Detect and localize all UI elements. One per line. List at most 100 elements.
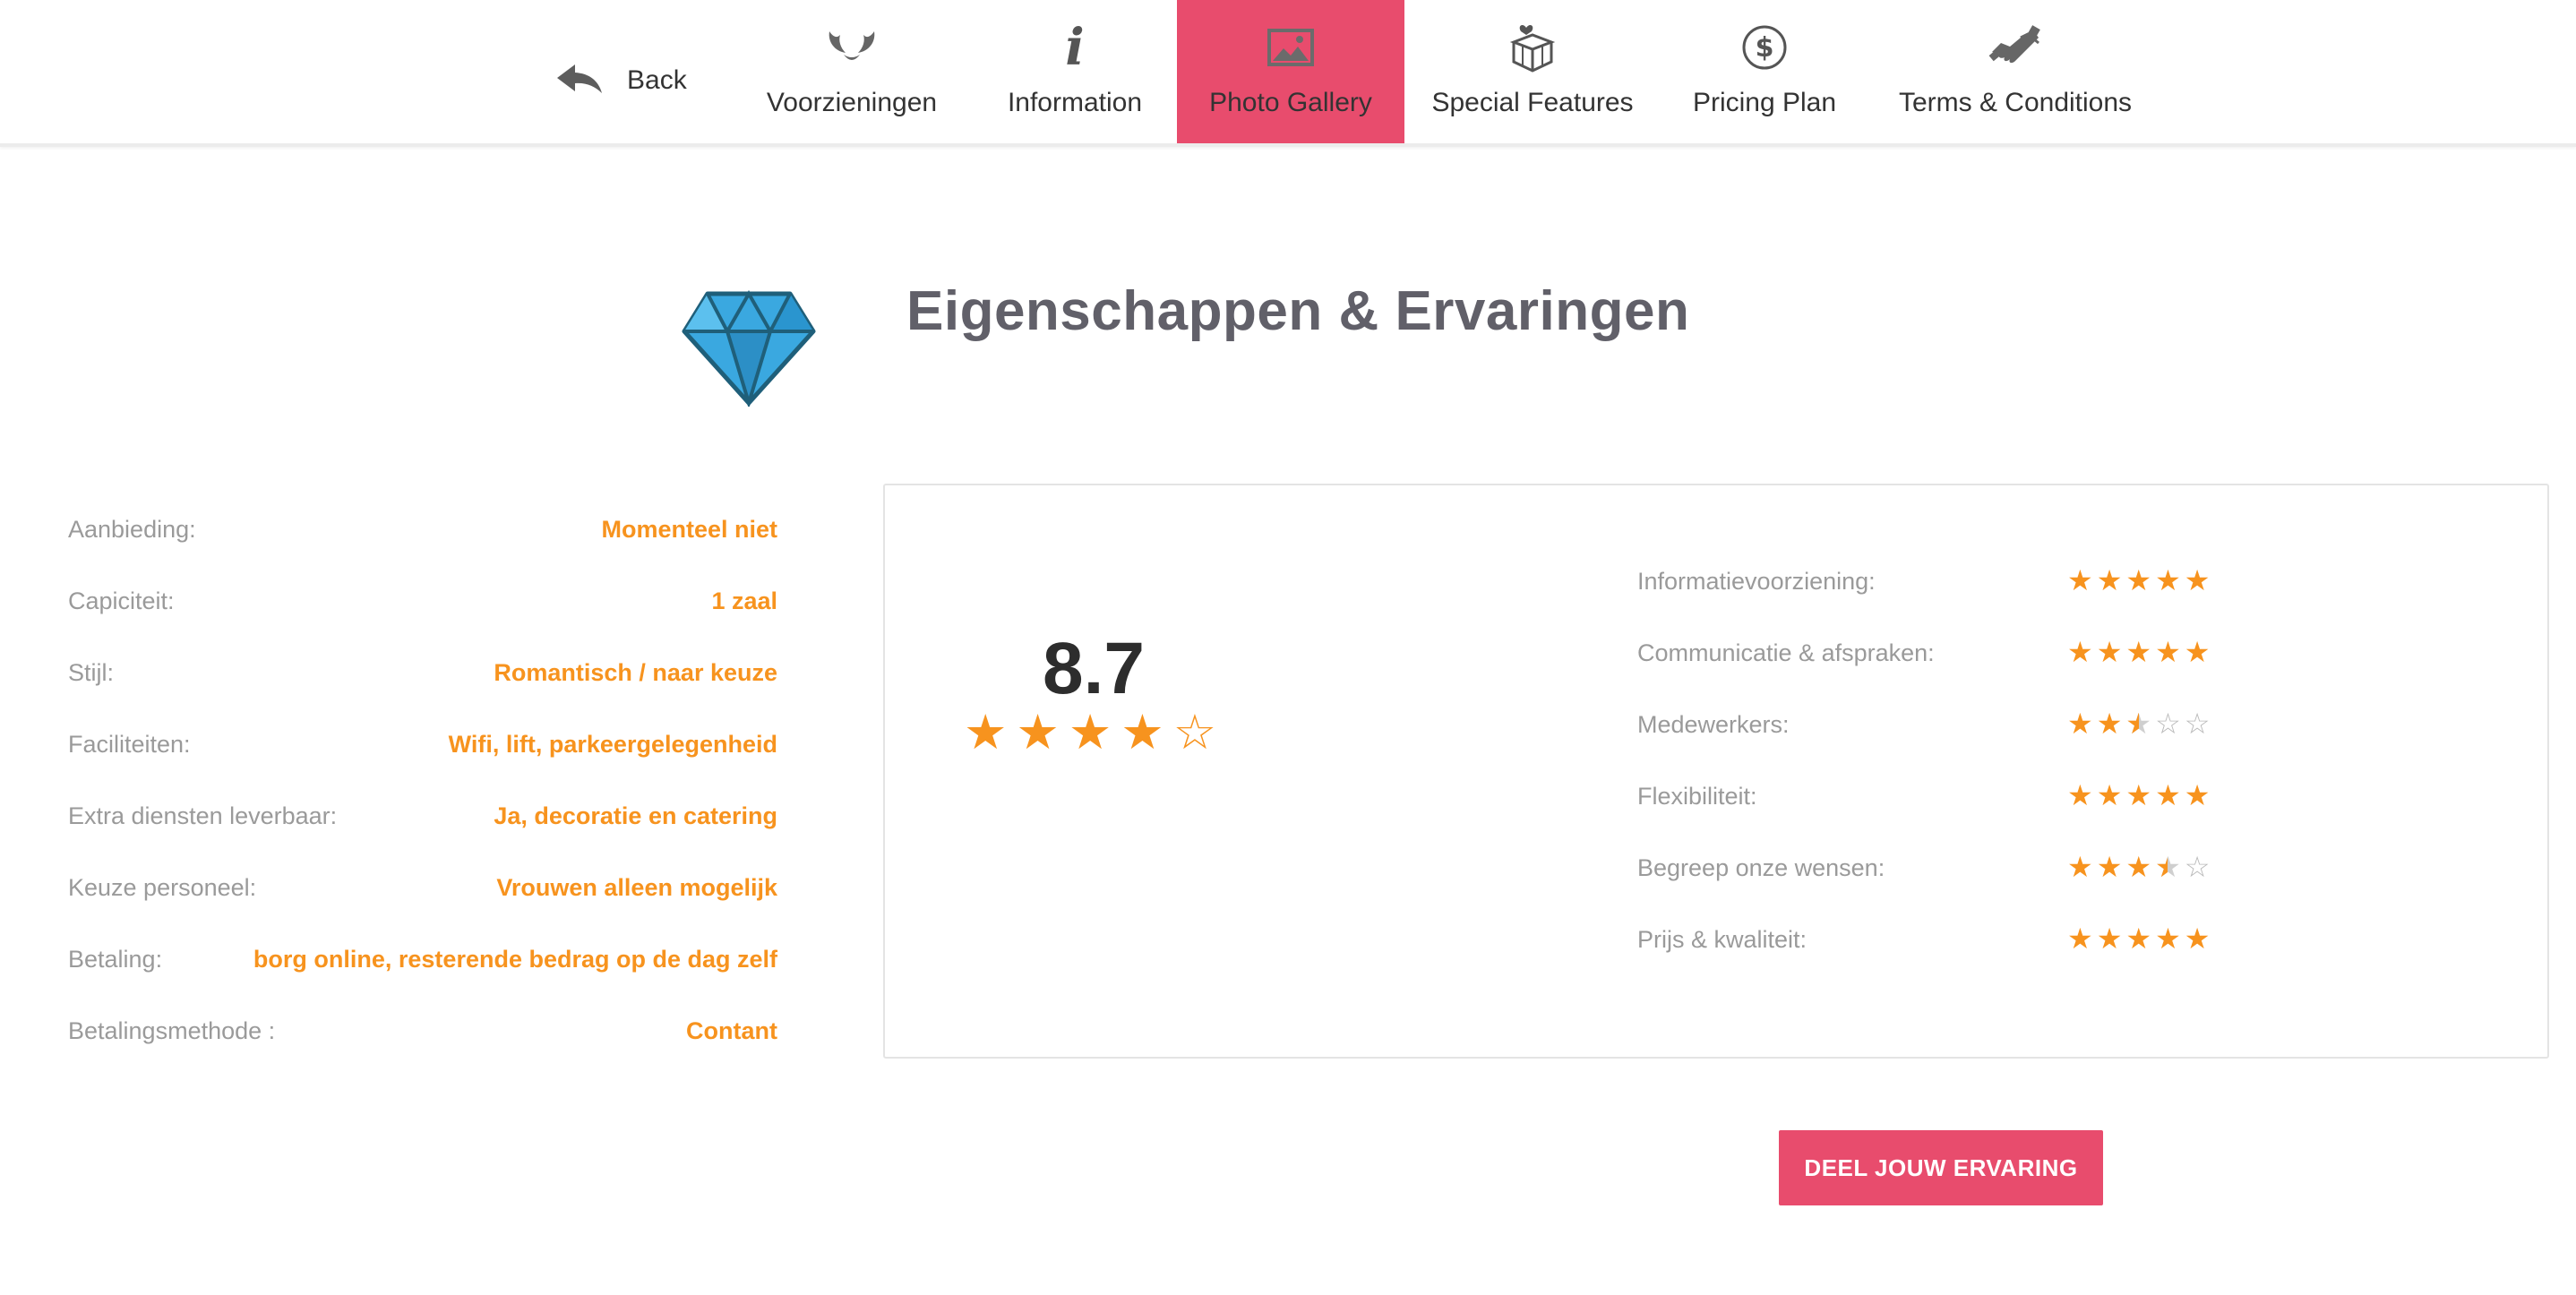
star-half-icon: ★: [2155, 849, 2181, 885]
back-label: Back: [627, 65, 687, 95]
top-navigation: Back Voorzieningen i Information Photo G…: [0, 0, 2576, 147]
detail-label: Keuze personeel:: [68, 874, 257, 901]
criteria-label: Begreep onze wensen:: [1637, 854, 1885, 881]
criteria-stars: ★ ★ ★ ★ ★: [2067, 777, 2210, 813]
detail-row: Stijl: Romantisch / naar keuze: [68, 645, 777, 716]
detail-label: Stijl:: [68, 659, 115, 686]
detail-value: Contant: [686, 1017, 777, 1044]
star-full-icon: ★: [2125, 564, 2152, 596]
tab-label: Pricing Plan: [1692, 88, 1837, 117]
star-empty-icon: ☆: [1172, 706, 1217, 759]
detail-row: Keuze personeel: Vrouwen alleen mogelijk: [68, 860, 777, 931]
star-full-icon: ★: [2096, 922, 2123, 955]
star-full-icon: ★: [2184, 636, 2211, 668]
detail-row: Capiciteit: 1 zaal: [68, 573, 777, 645]
tab-label: Information: [1007, 88, 1143, 117]
back-arrow-icon: [555, 63, 604, 99]
criteria-row: Medewerkers: ★★★☆☆: [1637, 699, 2220, 770]
criteria-label: Prijs & kwaliteit:: [1637, 926, 1807, 953]
tab-special-features[interactable]: Special Features: [1424, 0, 1641, 143]
tab-label: Terms & Conditions: [1898, 88, 2133, 117]
star-full-icon: ★: [2155, 636, 2181, 668]
star-full-icon: ★: [2096, 564, 2123, 596]
star-full-icon: ★: [2125, 636, 2152, 668]
star-full-icon: ★: [2125, 922, 2152, 955]
gift-box-icon: [1508, 21, 1557, 73]
star-full-icon: ★: [1068, 706, 1112, 759]
info-icon: i: [1065, 18, 1085, 77]
share-experience-button[interactable]: DEEL JOUW ERVARING: [1779, 1130, 2103, 1205]
criteria-row: Informatievoorziening: ★ ★ ★ ★ ★: [1637, 555, 2220, 627]
tab-information[interactable]: i Information: [985, 0, 1164, 143]
details-list: Aanbieding: Momenteel niet Capiciteit: 1…: [68, 502, 777, 1075]
overall-stars: ★ ★ ★ ★ ☆: [964, 708, 1216, 758]
back-button[interactable]: Back: [555, 54, 687, 107]
star-full-icon: ★: [2067, 636, 2093, 668]
detail-value: borg online, resterende bedrag op de dag…: [253, 946, 777, 973]
detail-label: Capiciteit:: [68, 587, 175, 614]
star-full-icon: ★: [2184, 779, 2211, 811]
detail-value: Romantisch / naar keuze: [494, 659, 777, 686]
star-full-icon: ★: [2155, 564, 2181, 596]
criteria-row: Communicatie & afspraken: ★ ★ ★ ★ ★: [1637, 627, 2220, 699]
detail-label: Aanbieding:: [68, 516, 196, 543]
star-full-icon: ★: [1121, 706, 1164, 759]
star-full-icon: ★: [2155, 922, 2181, 955]
tab-label: Voorzieningen: [766, 88, 938, 117]
criteria-stars: ★★★☆☆: [2067, 706, 2210, 742]
star-full-icon: ★: [2067, 708, 2093, 740]
star-full-icon: ★: [2096, 851, 2123, 883]
detail-label: Betaling:: [68, 946, 163, 973]
star-empty-icon: ☆: [2155, 708, 2181, 740]
handshake-icon: [1988, 21, 2042, 73]
star-full-icon: ★: [2067, 779, 2093, 811]
page-title: Eigenschappen & Ervaringen: [906, 280, 1690, 342]
overall-score: 8.7: [1043, 628, 1145, 709]
criteria-row: Prijs & kwaliteit: ★ ★ ★ ★ ★: [1637, 913, 2220, 985]
tab-photo-gallery[interactable]: Photo Gallery: [1177, 0, 1404, 143]
criteria-label: Medewerkers:: [1637, 711, 1790, 738]
detail-value: 1 zaal: [711, 587, 777, 614]
tab-pricing-plan[interactable]: $ Pricing Plan: [1675, 0, 1854, 143]
criteria-stars: ★ ★ ★ ★ ★: [2067, 921, 2210, 956]
star-full-icon: ★: [2067, 564, 2093, 596]
tab-label: Special Features: [1431, 88, 1634, 117]
image-icon: [1267, 21, 1314, 73]
star-full-icon: ★: [1016, 706, 1060, 759]
detail-value: Momenteel niet: [601, 516, 777, 543]
criteria-label: Communicatie & afspraken:: [1637, 639, 1935, 666]
star-full-icon: ★: [2125, 779, 2152, 811]
star-full-icon: ★: [2155, 779, 2181, 811]
star-empty-icon: ☆: [2184, 708, 2211, 740]
star-full-icon: ★: [2096, 708, 2123, 740]
criteria-row: Flexibiliteit: ★ ★ ★ ★ ★: [1637, 770, 2220, 842]
detail-row: Betalingsmethode : Contant: [68, 1003, 777, 1075]
star-full-icon: ★: [2096, 779, 2123, 811]
tab-voorzieningen[interactable]: Voorzieningen: [752, 0, 951, 143]
star-full-icon: ★: [2184, 564, 2211, 596]
criteria-stars: ★ ★ ★ ★ ★: [2067, 562, 2210, 598]
dollar-circle-icon: $: [1741, 21, 1788, 73]
tab-terms-conditions[interactable]: Terms & Conditions: [1885, 0, 2146, 143]
tab-label: Photo Gallery: [1209, 88, 1372, 117]
star-full-icon: ★: [964, 706, 1008, 759]
detail-value: Vrouwen alleen mogelijk: [496, 874, 777, 901]
criteria-list: Informatievoorziening: ★ ★ ★ ★ ★ Communicati…: [1637, 555, 2220, 985]
detail-label: Betalingsmethode :: [68, 1017, 276, 1044]
detail-value: Ja, decoratie en catering: [494, 802, 777, 829]
detail-row: Betaling: borg online, resterende bedrag…: [68, 931, 777, 1003]
svg-text:$: $: [1756, 32, 1774, 64]
star-full-icon: ★: [2067, 922, 2093, 955]
detail-row: Faciliteiten: Wifi, lift, parkeergelegen…: [68, 716, 777, 788]
detail-row: Aanbieding: Momenteel niet: [68, 502, 777, 573]
criteria-label: Informatievoorziening:: [1637, 568, 1876, 595]
criteria-stars: ★ ★ ★ ★ ★: [2067, 634, 2210, 670]
star-full-icon: ★: [2184, 922, 2211, 955]
star-empty-icon: ☆: [2184, 851, 2211, 883]
diamond-icon: [681, 289, 817, 411]
detail-label: Faciliteiten:: [68, 731, 191, 758]
star-full-icon: ★: [2067, 851, 2093, 883]
detail-label: Extra diensten leverbaar:: [68, 802, 338, 829]
star-full-icon: ★: [2096, 636, 2123, 668]
star-full-icon: ★: [2125, 851, 2152, 883]
